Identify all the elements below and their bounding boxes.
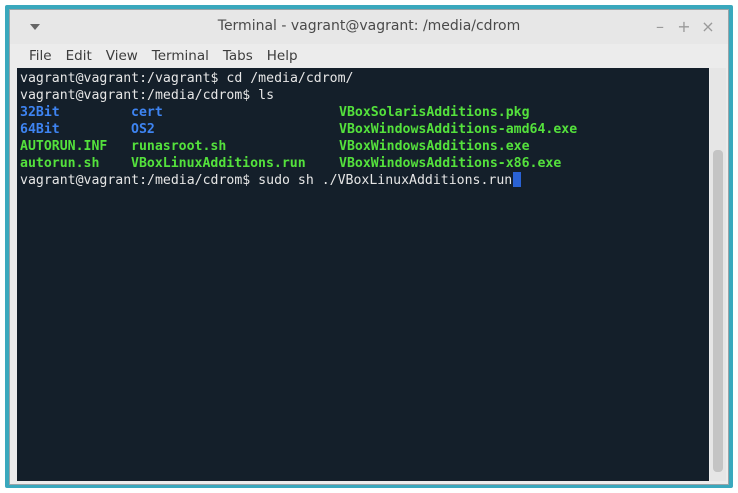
menu-bar: File Edit View Terminal Tabs Help bbox=[10, 44, 728, 68]
ls-entry-directory: cert bbox=[131, 105, 163, 120]
ls-row: autorun.sh VBoxLinuxAdditions.run VBoxWi… bbox=[20, 155, 700, 172]
ls-entry-executable: runasroot.sh bbox=[131, 139, 227, 154]
menu-terminal[interactable]: Terminal bbox=[145, 48, 216, 64]
scrollbar-thumb[interactable] bbox=[713, 150, 723, 472]
terminal-output[interactable]: vagrant@vagrant:/vagrant$ cd /media/cdro… bbox=[17, 68, 709, 481]
ls-entry-executable: VBoxWindowsAdditions.exe bbox=[339, 139, 530, 154]
window-title: Terminal - vagrant@vagrant: /media/cdrom bbox=[217, 18, 521, 34]
menu-help[interactable]: Help bbox=[260, 48, 305, 64]
ls-entry-executable: autorun.sh bbox=[20, 156, 100, 171]
close-button[interactable]: × bbox=[699, 17, 717, 36]
ls-entry-executable: AUTORUN.INF bbox=[20, 139, 108, 154]
menu-tabs[interactable]: Tabs bbox=[216, 48, 260, 64]
ls-entry-executable: VBoxWindowsAdditions-x86.exe bbox=[339, 156, 562, 171]
text-cursor bbox=[513, 172, 522, 187]
terminal-command: vagrant@vagrant:/media/cdrom$ sudo sh ./… bbox=[20, 173, 513, 188]
title-bar[interactable]: Terminal - vagrant@vagrant: /media/cdrom… bbox=[10, 10, 728, 44]
scrollbar[interactable] bbox=[710, 68, 726, 481]
ls-entry-executable: VBoxLinuxAdditions.run bbox=[131, 156, 306, 171]
ls-row: 32Bit cert VBoxSolarisAdditions.pkg bbox=[20, 104, 700, 121]
terminal-line: vagrant@vagrant:/vagrant$ cd /media/cdro… bbox=[20, 71, 354, 86]
menu-view[interactable]: View bbox=[99, 48, 145, 64]
ls-entry-executable: VBoxSolarisAdditions.pkg bbox=[339, 105, 530, 120]
terminal-prompt-line[interactable]: vagrant@vagrant:/media/cdrom$ sudo sh ./… bbox=[20, 172, 522, 189]
terminal-line: vagrant@vagrant:/media/cdrom$ ls bbox=[20, 88, 275, 103]
ls-entry-directory: 32Bit bbox=[20, 105, 60, 120]
ls-row: 64Bit OS2 VBoxWindowsAdditions-amd64.exe bbox=[20, 121, 700, 138]
ls-entry-executable: VBoxWindowsAdditions-amd64.exe bbox=[339, 122, 578, 137]
menu-edit[interactable]: Edit bbox=[59, 48, 99, 64]
maximize-button[interactable]: + bbox=[675, 17, 693, 36]
ls-entry-directory: 64Bit bbox=[20, 122, 60, 137]
menu-file[interactable]: File bbox=[22, 48, 59, 64]
terminal-window: Terminal - vagrant@vagrant: /media/cdrom… bbox=[9, 9, 729, 485]
ls-entry-directory: OS2 bbox=[131, 122, 155, 137]
ls-row: AUTORUN.INF runasroot.sh VBoxWindowsAddi… bbox=[20, 138, 700, 155]
minimize-button[interactable]: – bbox=[651, 17, 669, 36]
